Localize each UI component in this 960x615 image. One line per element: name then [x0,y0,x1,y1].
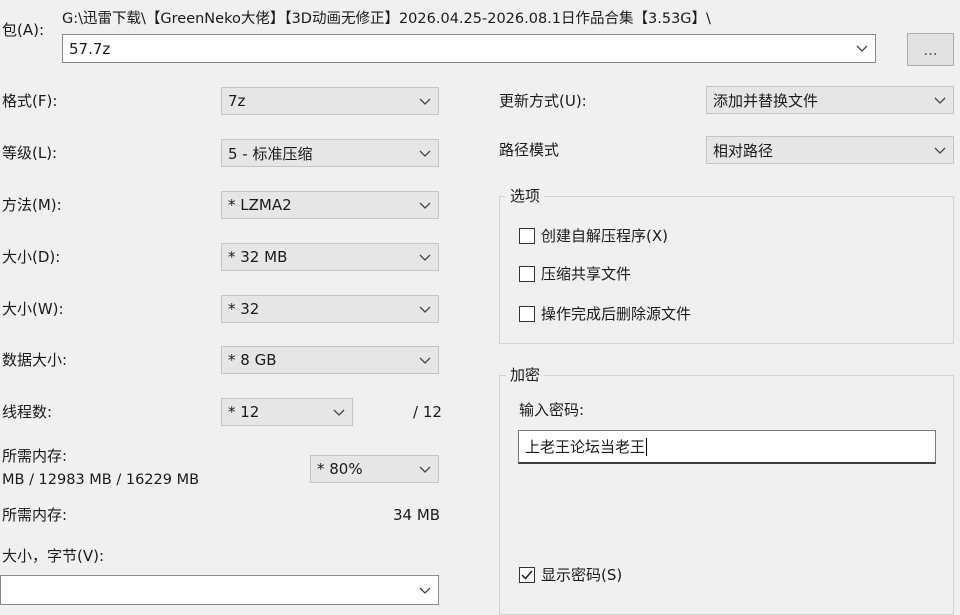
dict-size-combobox[interactable]: * 32 MB [221,243,439,271]
chevron-down-icon[interactable] [412,192,438,218]
mem-usage-value: * 80% [317,460,363,478]
word-size-label: 大小(W): [2,300,64,318]
chevron-down-icon[interactable] [927,137,953,163]
dict-size-value: * 32 MB [228,248,288,266]
path-mode-value: 相对路径 [713,141,774,160]
delete-after-checkbox[interactable] [519,305,535,322]
update-mode-combobox[interactable]: 添加并替换文件 [706,86,954,114]
shared-files-checkbox-row[interactable]: 压缩共享文件 [519,263,631,284]
archive-name-combobox[interactable]: 57.7z [62,34,876,63]
threads-max: / 12 [413,403,442,421]
options-group-title: 选项 [506,186,545,206]
password-label: 输入密码: [519,401,585,419]
archive-label: 包(A): [2,21,45,39]
solid-size-value: * 8 GB [228,351,277,369]
level-combobox[interactable]: 5 - 标准压缩 [221,139,439,167]
split-size-label: 大小，字节(V): [2,547,105,565]
threads-value: * 12 [228,403,260,421]
method-label: 方法(M): [2,196,62,214]
path-mode-combobox[interactable]: 相对路径 [706,136,954,164]
level-label: 等级(L): [2,144,58,162]
chevron-down-icon[interactable] [412,88,438,114]
show-password-checkbox[interactable] [519,566,535,583]
format-combobox[interactable]: 7z [221,87,439,115]
update-mode-value: 添加并替换文件 [713,91,819,110]
sfx-checkbox[interactable] [519,227,535,244]
sfx-checkbox-row[interactable]: 创建自解压程序(X) [519,225,668,246]
delete-after-checkbox-label: 操作完成后删除源文件 [541,305,692,323]
method-value: * LZMA2 [228,196,292,214]
mem-compress-detail: MB / 12983 MB / 16229 MB [2,472,200,488]
chevron-down-icon[interactable] [849,35,875,62]
mem-usage-combobox[interactable]: * 80% [310,455,439,483]
method-combobox[interactable]: * LZMA2 [221,191,439,219]
delete-after-checkbox-row[interactable]: 操作完成后删除源文件 [519,303,691,324]
path-mode-label: 路径模式 [499,141,560,159]
format-label: 格式(F): [2,92,58,110]
checkmark-icon [521,570,533,580]
mem-decompress-label: 所需内存: [2,506,68,524]
show-password-checkbox-row[interactable]: 显示密码(S) [519,564,622,585]
show-password-label: 显示密码(S) [541,566,623,584]
update-mode-label: 更新方式(U): [499,92,587,110]
chevron-down-icon[interactable] [412,244,438,270]
chevron-down-icon[interactable] [412,140,438,166]
split-size-combobox[interactable] [0,575,439,605]
archive-path: G:\迅雷下载\【GreenNeko大佬】【3D动画无修正】2026.04.25… [62,11,711,27]
threads-label: 线程数: [2,403,53,421]
archive-name-value: 57.7z [69,39,111,58]
encryption-group-title: 加密 [506,365,545,385]
word-size-combobox[interactable]: * 32 [221,295,439,323]
word-size-value: * 32 [228,300,260,318]
chevron-down-icon[interactable] [326,399,352,425]
solid-size-label: 数据大小: [2,351,68,369]
level-value: 5 - 标准压缩 [228,144,313,163]
password-value: 上老王论坛当老王 [525,438,646,456]
sfx-checkbox-label: 创建自解压程序(X) [541,227,668,245]
solid-size-combobox[interactable]: * 8 GB [221,346,439,374]
chevron-down-icon[interactable] [412,296,438,322]
mem-decompress-value: 34 MB [393,506,441,524]
browse-button[interactable]: ... [907,33,954,66]
password-input[interactable]: 上老王论坛当老王 [518,430,936,464]
format-value: 7z [228,92,246,110]
shared-files-checkbox[interactable] [519,265,535,282]
chevron-down-icon[interactable] [412,347,438,373]
threads-combobox[interactable]: * 12 [221,398,353,426]
mem-compress-label: 所需内存: [2,447,68,465]
chevron-down-icon[interactable] [412,576,438,604]
text-cursor [646,437,648,456]
shared-files-checkbox-label: 压缩共享文件 [541,265,632,283]
chevron-down-icon[interactable] [927,87,953,113]
chevron-down-icon[interactable] [412,456,438,482]
dict-size-label: 大小(D): [2,248,61,266]
